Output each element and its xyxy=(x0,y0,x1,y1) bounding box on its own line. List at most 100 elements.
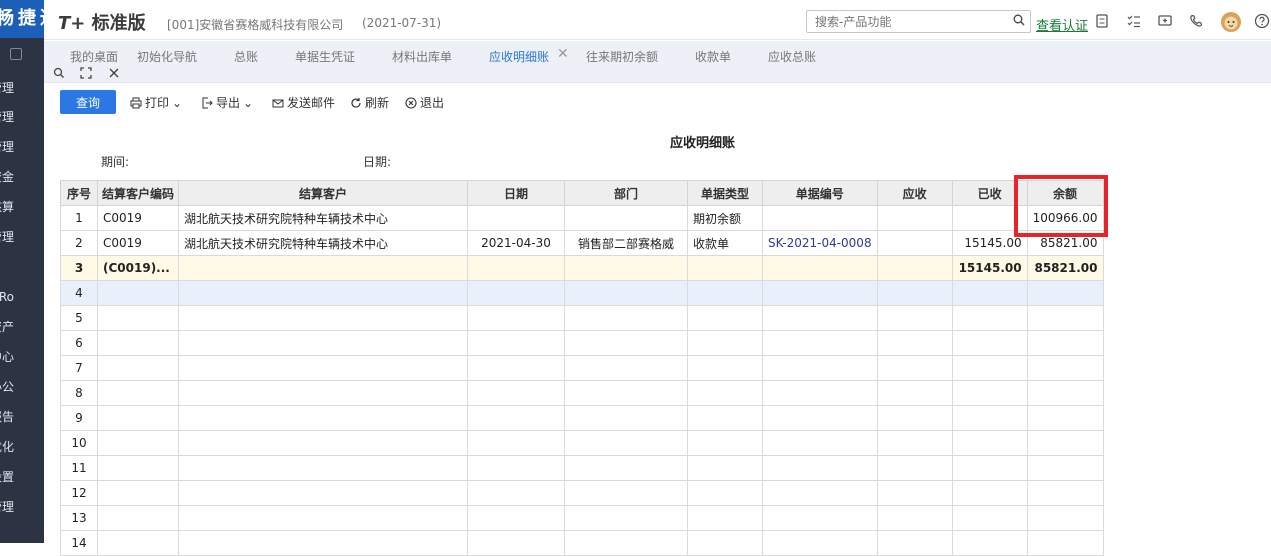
column-header[interactable]: 应收 xyxy=(876,180,953,206)
table-cell[interactable] xyxy=(1026,355,1104,381)
sidebar-item[interactable]: 资产 xyxy=(0,317,44,337)
table-cell[interactable] xyxy=(467,505,566,531)
table-cell[interactable] xyxy=(564,355,689,381)
phone-icon[interactable] xyxy=(1188,13,1204,29)
table-cell[interactable]: 期初余额 xyxy=(687,205,764,231)
table-row[interactable]: 4 xyxy=(60,280,1104,306)
table-cell[interactable] xyxy=(876,255,953,281)
table-cell[interactable]: 8 xyxy=(60,380,98,406)
view-certification-link[interactable]: 查看认证 xyxy=(1036,15,1088,34)
table-cell[interactable] xyxy=(96,505,180,531)
table-cell[interactable]: 100966.00 xyxy=(1026,205,1104,231)
table-cell[interactable] xyxy=(178,505,469,531)
table-row[interactable]: 6 xyxy=(60,330,1104,356)
table-cell[interactable] xyxy=(96,405,180,431)
table-cell[interactable] xyxy=(876,305,953,331)
table-cell[interactable] xyxy=(467,305,566,331)
table-cell[interactable]: 12 xyxy=(60,480,98,506)
table-cell[interactable] xyxy=(1026,480,1104,506)
search-icon[interactable] xyxy=(1013,14,1025,26)
table-cell[interactable] xyxy=(178,305,469,331)
column-header[interactable]: 单据编号 xyxy=(762,180,878,206)
tab-material-outbound[interactable]: 材料出库单 xyxy=(392,48,452,65)
table-cell[interactable] xyxy=(951,205,1028,231)
table-cell[interactable]: 1 xyxy=(60,205,98,231)
table-cell[interactable]: 4 xyxy=(60,280,98,306)
table-cell[interactable] xyxy=(687,530,764,556)
table-cell[interactable] xyxy=(876,205,953,231)
table-cell[interactable] xyxy=(564,380,689,406)
column-header[interactable]: 序号 xyxy=(60,180,98,206)
column-header[interactable]: 日期 xyxy=(467,180,566,206)
table-cell[interactable] xyxy=(951,480,1028,506)
table-cell[interactable] xyxy=(178,255,469,281)
table-cell[interactable] xyxy=(96,280,180,306)
sidebar-item[interactable]: 管理 xyxy=(0,107,44,127)
table-cell[interactable] xyxy=(564,480,689,506)
pin-icon[interactable] xyxy=(10,48,22,60)
table-cell[interactable] xyxy=(564,405,689,431)
table-cell[interactable] xyxy=(951,355,1028,381)
table-cell[interactable] xyxy=(876,530,953,556)
table-cell[interactable] xyxy=(687,405,764,431)
table-cell[interactable]: 11 xyxy=(60,455,98,481)
table-cell[interactable] xyxy=(564,280,689,306)
table-cell[interactable] xyxy=(951,505,1028,531)
column-header[interactable]: 结算客户 xyxy=(178,180,469,206)
sidebar-item[interactable]: 办公 xyxy=(0,377,44,397)
table-cell[interactable] xyxy=(1026,305,1104,331)
table-cell[interactable] xyxy=(687,355,764,381)
search-input[interactable] xyxy=(806,10,1031,33)
tab-receivable-summary[interactable]: 应收总账 xyxy=(768,48,816,65)
table-cell[interactable] xyxy=(951,330,1028,356)
table-cell[interactable] xyxy=(876,380,953,406)
table-cell[interactable]: 9 xyxy=(60,405,98,431)
table-cell[interactable] xyxy=(876,480,953,506)
column-header[interactable]: 余额 xyxy=(1026,180,1104,206)
table-cell[interactable] xyxy=(762,255,878,281)
checklist-icon[interactable] xyxy=(1126,13,1142,29)
table-cell[interactable] xyxy=(762,530,878,556)
table-cell[interactable] xyxy=(178,455,469,481)
table-cell[interactable] xyxy=(96,330,180,356)
table-cell[interactable] xyxy=(762,330,878,356)
table-cell[interactable] xyxy=(178,430,469,456)
column-header[interactable]: 部门 xyxy=(564,180,689,206)
table-row[interactable]: 13 xyxy=(60,505,1104,531)
table-row[interactable]: 3 (C0019)... 15145.00 85821.00 xyxy=(60,255,1104,281)
tab-init-guide[interactable]: 初始化导航 xyxy=(137,48,197,65)
table-cell[interactable] xyxy=(687,255,764,281)
table-cell[interactable]: 7 xyxy=(60,355,98,381)
table-cell[interactable] xyxy=(951,530,1028,556)
table-cell[interactable] xyxy=(876,455,953,481)
table-cell[interactable] xyxy=(178,405,469,431)
query-button[interactable]: 查询 xyxy=(60,90,116,114)
sidebar-item[interactable]: 资金 xyxy=(0,167,44,187)
table-cell[interactable]: 14 xyxy=(60,530,98,556)
table-cell[interactable] xyxy=(762,280,878,306)
table-cell[interactable] xyxy=(467,405,566,431)
table-cell[interactable] xyxy=(951,305,1028,331)
table-cell[interactable] xyxy=(564,205,689,231)
table-cell[interactable] xyxy=(951,280,1028,306)
tab-opening-balance[interactable]: 往来期初余额 xyxy=(586,48,658,65)
table-cell[interactable] xyxy=(178,330,469,356)
table-row[interactable]: 12 xyxy=(60,480,1104,506)
table-cell[interactable]: 湖北航天技术研究院特种车辆技术中心 xyxy=(178,230,469,256)
table-cell[interactable] xyxy=(178,280,469,306)
table-cell[interactable] xyxy=(687,430,764,456)
tab-receivable-detail[interactable]: 应收明细账 xyxy=(489,48,549,65)
table-cell[interactable] xyxy=(96,480,180,506)
table-cell[interactable] xyxy=(687,505,764,531)
table-cell[interactable] xyxy=(178,380,469,406)
table-cell[interactable]: 收款单 xyxy=(687,230,764,256)
table-row[interactable]: 11 xyxy=(60,455,1104,481)
table-cell[interactable] xyxy=(564,330,689,356)
tab-receipt[interactable]: 收款单 xyxy=(695,48,731,65)
table-cell[interactable] xyxy=(1026,530,1104,556)
table-cell[interactable]: 湖北航天技术研究院特种车辆技术中心 xyxy=(178,205,469,231)
table-row[interactable]: 5 xyxy=(60,305,1104,331)
table-cell[interactable]: C0019 xyxy=(96,230,180,256)
table-cell[interactable] xyxy=(687,480,764,506)
table-cell[interactable] xyxy=(1026,330,1104,356)
